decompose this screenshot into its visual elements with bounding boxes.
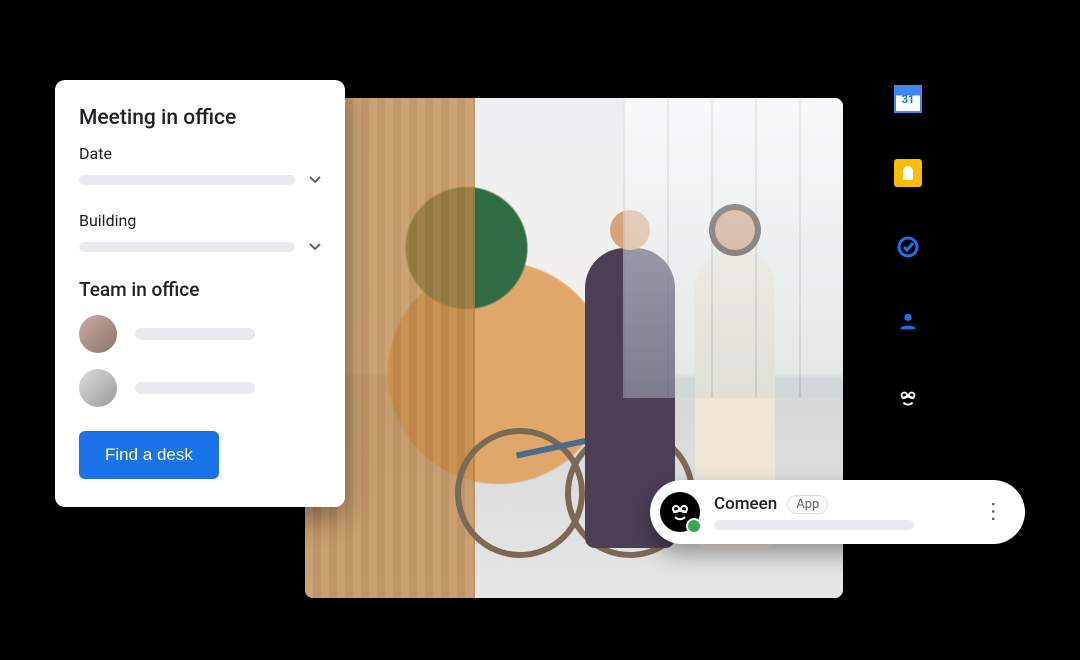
contacts-icon[interactable]: [894, 307, 922, 335]
meeting-panel: Meeting in office Date Building Team in …: [55, 80, 345, 507]
avatar: [79, 315, 117, 353]
chevron-down-icon: [309, 243, 321, 251]
comeen-app-icon[interactable]: [891, 381, 925, 415]
team-title: Team in office: [79, 278, 321, 301]
tasks-icon[interactable]: [894, 233, 922, 261]
keep-icon[interactable]: [894, 159, 922, 187]
building-select[interactable]: [79, 238, 321, 256]
team-member: [79, 315, 321, 353]
placeholder-bar: [714, 520, 914, 530]
calendar-icon[interactable]: [894, 85, 922, 113]
find-desk-button[interactable]: Find a desk: [79, 431, 219, 479]
placeholder-bar: [79, 242, 295, 252]
chevron-down-icon: [309, 176, 321, 184]
panel-title: Meeting in office: [79, 106, 321, 130]
placeholder-bar: [135, 328, 255, 340]
placeholder-bar: [135, 382, 255, 394]
chip-badge: App: [787, 495, 828, 514]
placeholder-bar: [79, 175, 295, 185]
more-icon[interactable]: ⋯: [981, 500, 1006, 524]
avatar: [79, 369, 117, 407]
team-member: [79, 369, 321, 407]
building-label: Building: [79, 211, 321, 230]
date-select[interactable]: [79, 171, 321, 189]
date-label: Date: [79, 144, 321, 163]
side-panel-rail: [891, 85, 925, 415]
comeen-chip[interactable]: Comeen App ⋯: [650, 480, 1025, 544]
chip-name: Comeen: [714, 494, 777, 514]
chip-meta: Comeen App: [714, 494, 981, 530]
comeen-logo-icon: [660, 492, 700, 532]
